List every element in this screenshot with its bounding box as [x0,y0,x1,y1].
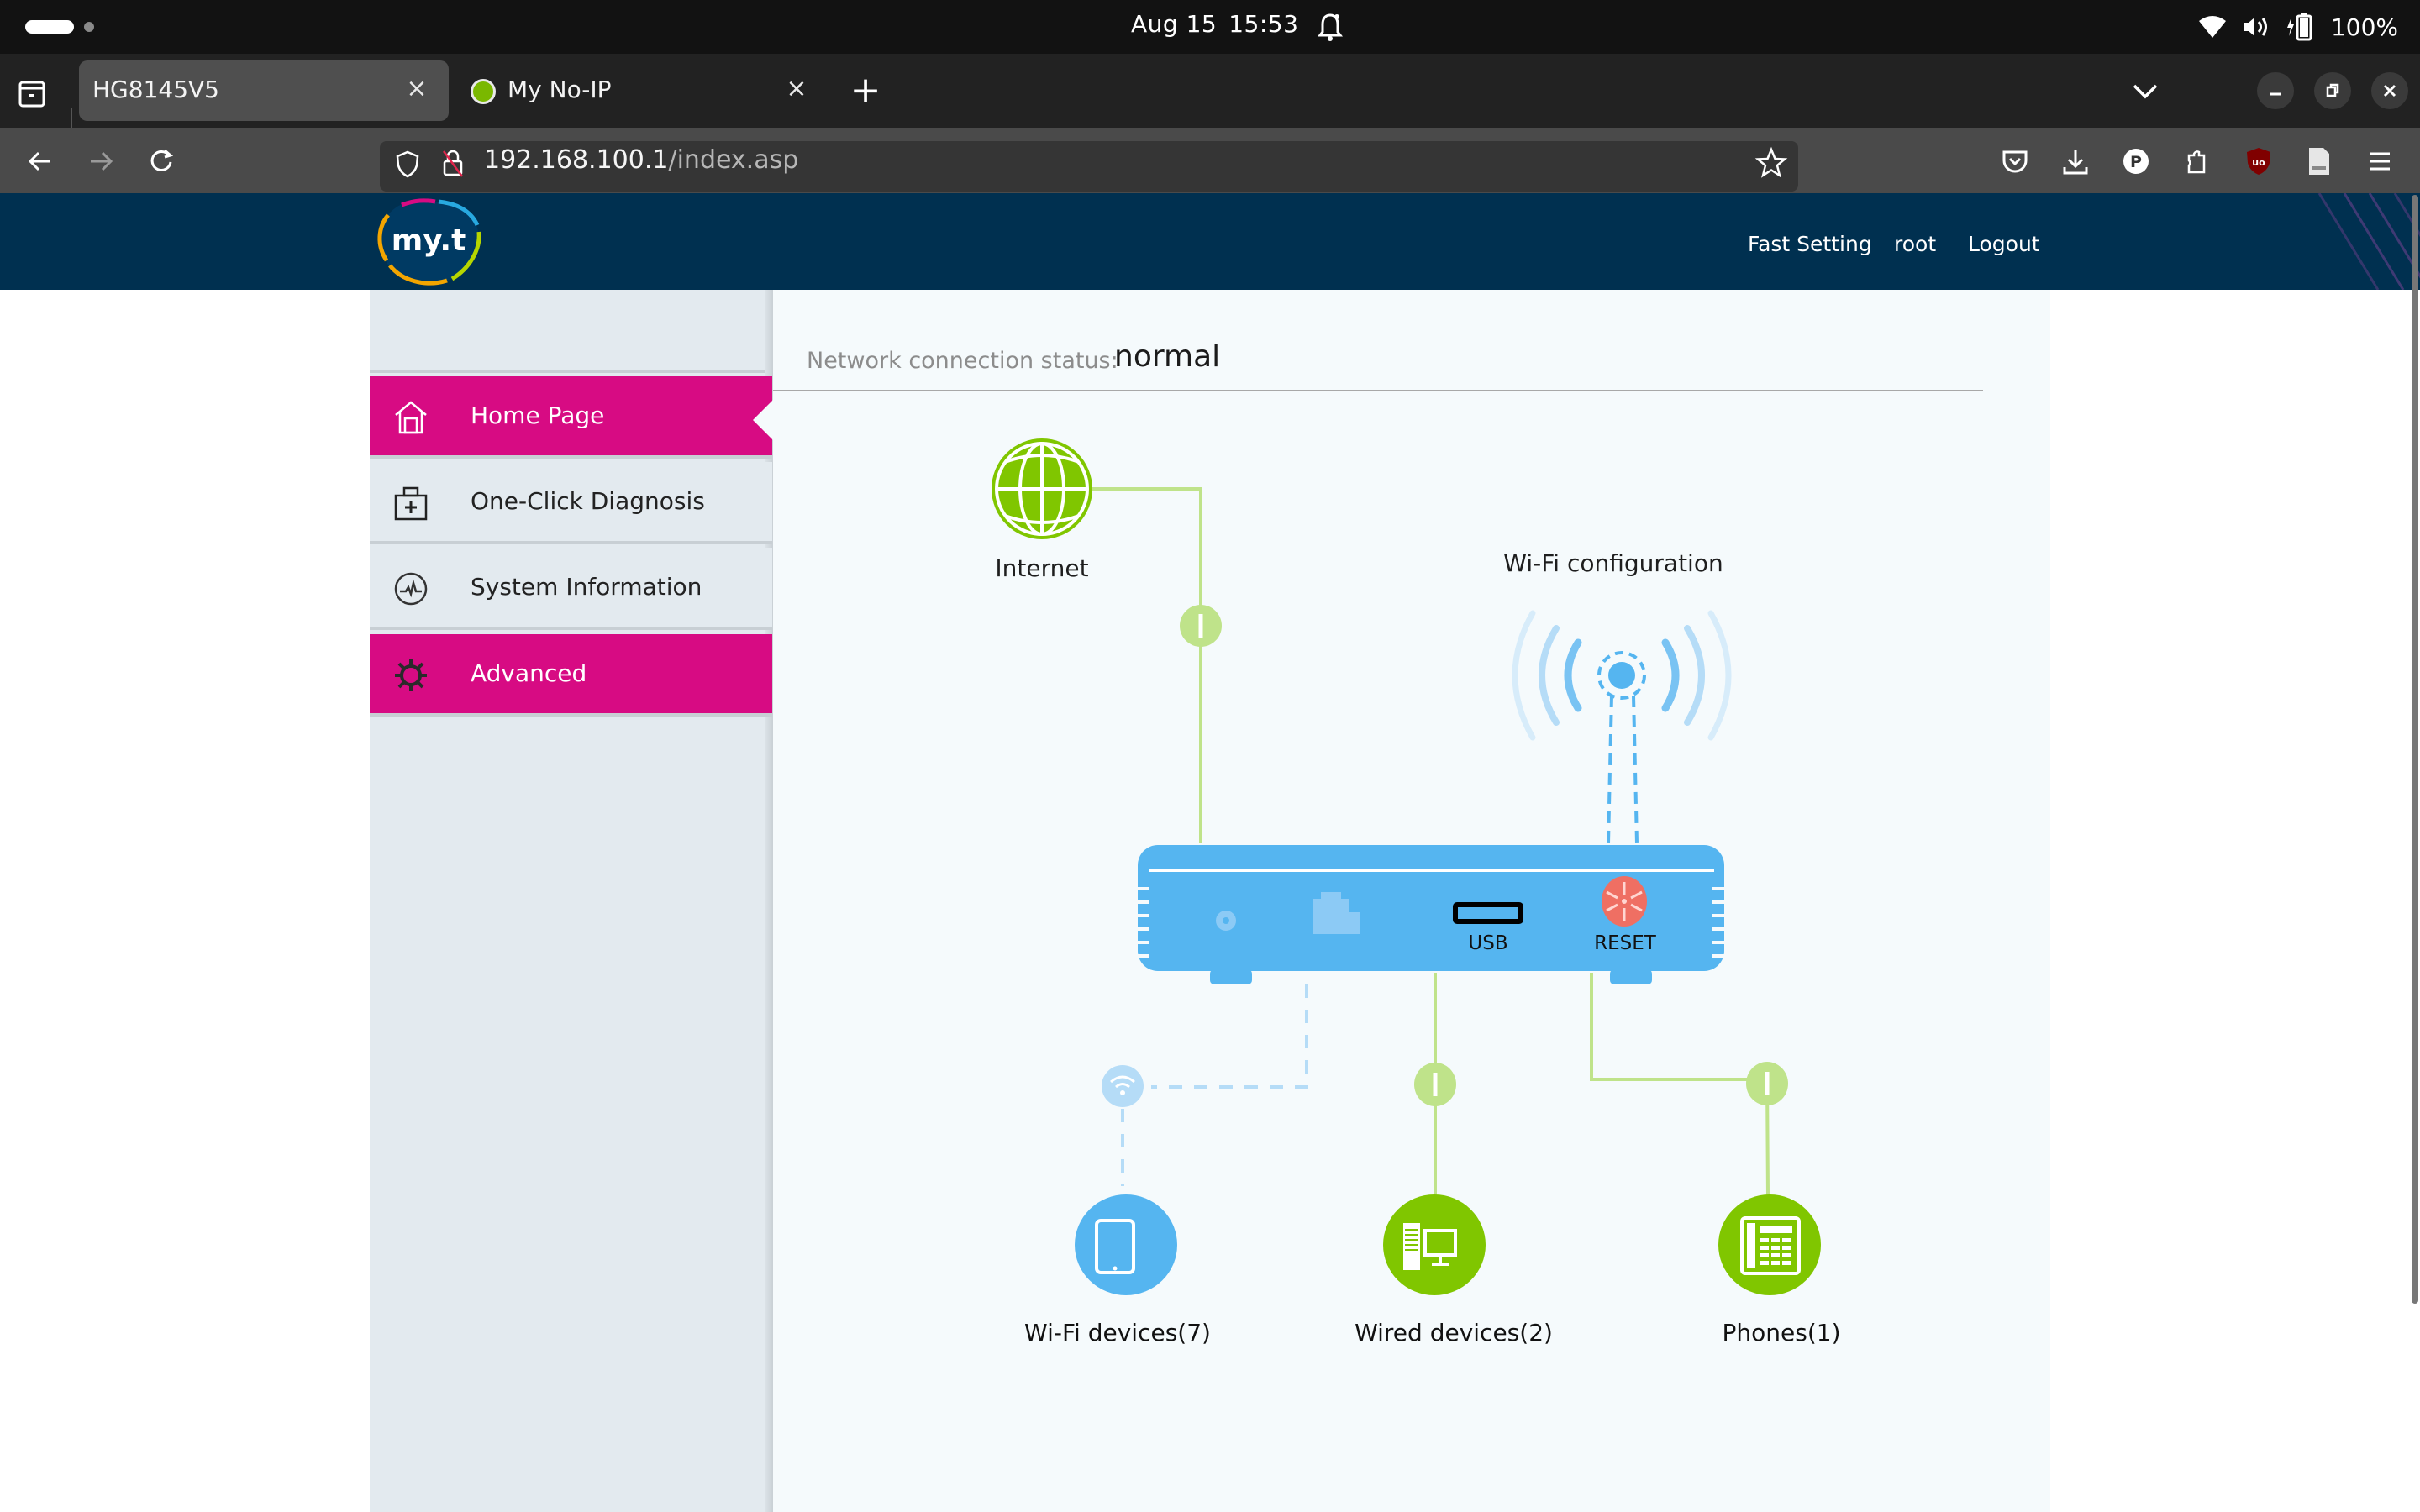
reset-label: RESET [1594,932,1656,954]
reload-button[interactable] [141,141,182,181]
chevron-down-icon[interactable] [2126,76,2165,106]
tab-separator [71,108,72,128]
fast-setting-link[interactable]: Fast Setting [1748,232,1872,256]
tab-title: My No-IP [508,76,612,103]
ublock-icon[interactable]: uo [2242,144,2275,178]
arrow-right-icon [91,151,113,171]
sidebar-item-advanced[interactable]: Advanced [370,634,772,717]
sidebar-item-home-page[interactable]: Home Page [370,376,772,459]
gear-icon [395,659,427,691]
tablet-icon[interactable] [1075,1194,1177,1295]
bell-icon [1318,13,1343,41]
url-text[interactable]: 192.168.100.1/index.asp [484,145,798,175]
pocket-icon[interactable] [1998,144,2032,178]
close-tab-icon[interactable]: × [783,76,810,102]
network-status-value: normal [1114,339,1221,374]
logout-link[interactable]: Logout [1968,232,2040,256]
active-item-pointer [753,398,775,442]
home-icon [395,401,427,434]
profile-p-icon[interactable]: P [2119,144,2153,178]
insecure-lock-icon[interactable] [440,148,466,178]
back-button[interactable] [20,141,60,181]
forward-button[interactable] [81,141,121,181]
globe-icon[interactable] [992,438,1092,539]
shield-icon[interactable] [395,150,420,178]
desktop-computer-icon[interactable] [1383,1194,1486,1295]
medkit-icon [394,486,428,521]
tab-list-icon[interactable] [15,76,49,109]
sidebar-item-label: Advanced [471,659,587,687]
sidebar-item-one-click-diagnosis[interactable]: One-Click Diagnosis [370,462,772,544]
sidebar-item-label: One-Click Diagnosis [471,487,705,515]
url-host: 192.168.100.1 [484,145,669,175]
myt-logo[interactable]: my.t [371,198,489,286]
os-status-bar: Aug 15 15:53 100% [0,0,2420,54]
reset-button-icon [1602,876,1647,927]
wifi-devices-label[interactable]: Wi-Fi devices(7) [1024,1319,1211,1347]
pulse-icon [394,572,428,606]
noip-favicon-icon [471,79,496,104]
router-device[interactable] [1138,845,1724,984]
phones-label[interactable]: Phones(1) [1723,1319,1841,1347]
internet-label[interactable]: Internet [995,554,1088,582]
wired-devices-label[interactable]: Wired devices(2) [1355,1319,1553,1347]
svg-text:P: P [2130,153,2142,171]
sidebar-item-label: Home Page [471,402,605,429]
date-text: Aug 15 [1131,10,1218,38]
page-scrollbar[interactable] [2412,195,2418,1304]
workspace-dot-icon[interactable] [84,22,94,32]
tab-my-no-ip[interactable]: My No-IP × [459,60,829,121]
sidebar-divider [370,370,771,373]
user-root-link[interactable]: root [1894,232,1936,256]
new-tab-button[interactable]: + [845,72,886,113]
close-tab-icon[interactable]: × [403,76,430,102]
logo-text: my.t [392,223,466,258]
restore-button[interactable] [2314,72,2351,109]
desk-phone-icon[interactable] [1718,1194,1821,1295]
svg-text:uo: uo [2252,157,2265,168]
menu-icon[interactable] [2363,144,2396,178]
reader-icon[interactable] [2302,144,2336,178]
router-header [0,193,2420,290]
time-text: 15:53 [1228,10,1299,38]
battery-percent: 100% [2330,13,2398,41]
tab-hg8145v5[interactable]: HG8145V5 × [79,60,449,121]
sidebar-item-system-information[interactable]: System Information [370,548,772,630]
clock[interactable]: Aug 15 15:53 [1131,10,1310,38]
workspace-pill-icon[interactable] [25,20,74,34]
network-status-label: Network connection status: [807,348,1118,374]
wifi-configuration-label[interactable]: Wi-Fi configuration [1503,549,1723,577]
tab-strip: HG8145V5 × My No-IP × [0,54,2420,128]
header-decoration [2317,193,2420,290]
extensions-icon[interactable] [2180,144,2213,178]
bookmark-star-icon[interactable] [1754,146,1788,180]
sidebar-item-label: System Information [471,573,702,601]
minimize-button[interactable] [2257,72,2294,109]
volume-icon [2243,18,2267,36]
close-window-button[interactable] [2371,72,2408,109]
url-path: /index.asp [668,145,799,175]
reload-icon [150,149,174,171]
download-icon[interactable] [2059,144,2092,178]
tab-title: HG8145V5 [92,76,219,103]
system-tray[interactable]: 100% [2198,8,2398,45]
wifi-icon [2198,16,2226,38]
battery-charging-icon [2286,13,2312,41]
arrow-left-icon [28,151,50,171]
status-divider [773,390,1983,391]
usb-label: USB [1468,932,1508,954]
